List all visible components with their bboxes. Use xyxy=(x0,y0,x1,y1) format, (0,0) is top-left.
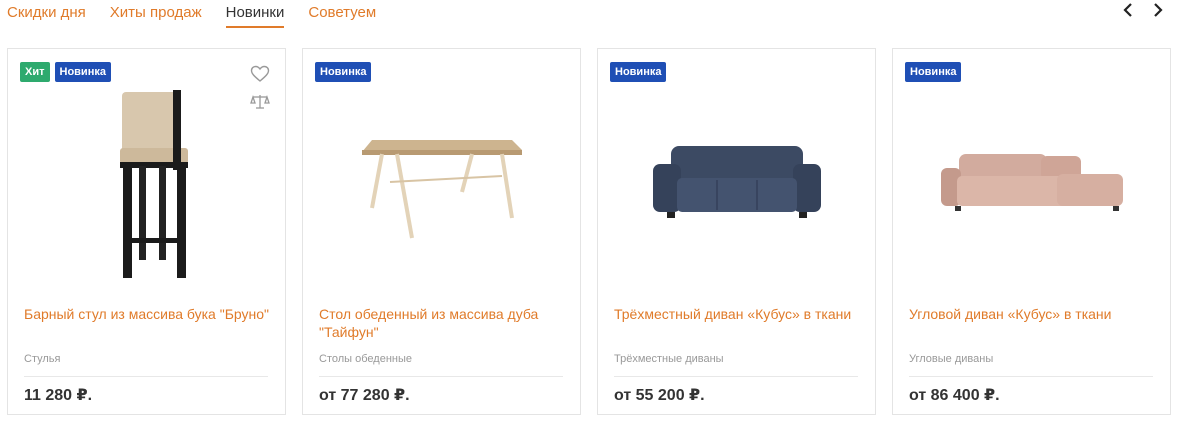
badges: Новинка xyxy=(315,62,372,82)
badges: Хит Новинка xyxy=(20,62,111,82)
badges: Новинка xyxy=(610,62,667,82)
chevron-right-icon[interactable] xyxy=(1151,2,1165,18)
divider xyxy=(909,376,1153,377)
product-price: от 55 200 ₽. xyxy=(614,387,705,404)
tab-bestsellers[interactable]: Хиты продаж xyxy=(110,0,202,28)
divider xyxy=(319,376,563,377)
product-image-corner-sofa[interactable] xyxy=(893,85,1170,285)
product-category: Трёхместные диваны xyxy=(614,353,724,365)
product-price: 11 280 ₽. xyxy=(24,387,93,404)
divider xyxy=(614,376,858,377)
heart-icon[interactable] xyxy=(250,65,270,83)
tab-daily-discounts[interactable]: Скидки дня xyxy=(7,0,86,28)
badges: Новинка xyxy=(905,62,962,82)
divider xyxy=(24,376,268,377)
product-price: от 77 280 ₽. xyxy=(319,387,410,404)
tab-recommended[interactable]: Советуем xyxy=(308,0,376,28)
product-category: Столы обеденные xyxy=(319,353,412,365)
product-image-dining-table[interactable] xyxy=(303,85,580,285)
product-image-three-seat-sofa[interactable] xyxy=(598,85,875,285)
product-title[interactable]: Трёхместный диван «Кубус» в ткани xyxy=(614,305,863,323)
hit-badge: Хит xyxy=(20,62,50,82)
product-title[interactable]: Угловой диван «Кубус» в ткани xyxy=(909,305,1158,323)
new-badge: Новинка xyxy=(315,62,372,82)
new-badge: Новинка xyxy=(905,62,962,82)
product-category: Угловые диваны xyxy=(909,353,994,365)
chevron-left-icon[interactable] xyxy=(1121,2,1135,18)
product-title[interactable]: Стол обеденный из массива дуба "Тайфун" xyxy=(319,305,568,341)
new-badge: Новинка xyxy=(610,62,667,82)
product-card[interactable]: Новинка Трёхместный диван «Кубус» в ткан… xyxy=(597,48,876,415)
product-card[interactable]: Новинка Стол обеденный из массива дуба "… xyxy=(302,48,581,415)
carousel-nav xyxy=(1121,2,1165,18)
tab-new-arrivals[interactable]: Новинки xyxy=(225,0,285,28)
product-title[interactable]: Барный стул из массива бука "Бруно" xyxy=(24,305,273,323)
product-price: от 86 400 ₽. xyxy=(909,387,1000,404)
product-card[interactable]: Новинка Угловой диван «Кубус» в ткани Уг… xyxy=(892,48,1171,415)
product-tabs: Скидки дня Хиты продаж Новинки Советуем xyxy=(7,0,376,30)
product-list: Хит Новинка Барный стул из массива бука … xyxy=(7,48,1171,415)
product-category: Стулья xyxy=(24,353,61,365)
new-badge: Новинка xyxy=(54,62,111,82)
product-card[interactable]: Хит Новинка Барный стул из массива бука … xyxy=(7,48,286,415)
product-image-bar-stool[interactable] xyxy=(8,85,285,285)
